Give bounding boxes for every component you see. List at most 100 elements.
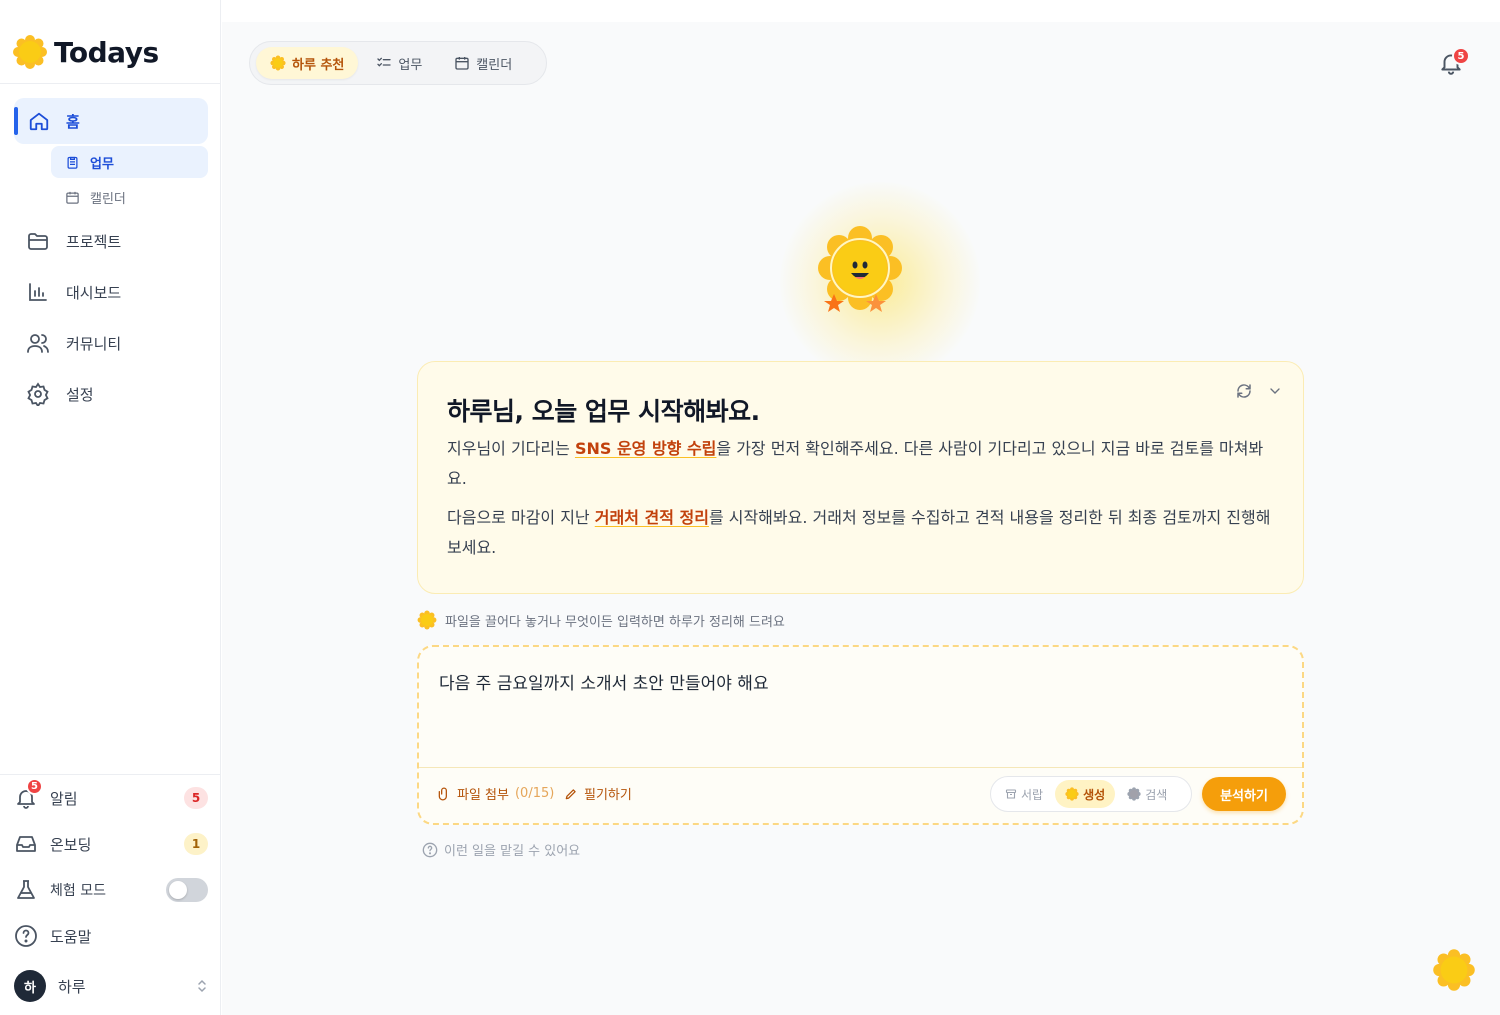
sidebar-item-label: 대시보드 bbox=[66, 283, 122, 302]
chevron-updown-icon bbox=[196, 979, 208, 993]
sidebar-item-label: 알림 bbox=[50, 789, 78, 808]
help-hint-text: 이런 일을 맡길 수 있어요 bbox=[444, 844, 581, 859]
toggle-knob bbox=[169, 881, 187, 899]
sidebar-item-trial-mode: 체험 모드 bbox=[14, 874, 208, 906]
sidebar-item-label: 설정 bbox=[66, 385, 94, 404]
notifications-count-badge: 5 bbox=[184, 787, 208, 809]
sidebar-item-label: 체험 모드 bbox=[50, 883, 106, 899]
mode-label: 생성 bbox=[1083, 787, 1106, 802]
sidebar-item-settings[interactable]: 설정 bbox=[26, 379, 94, 409]
help-circle-icon bbox=[422, 842, 438, 858]
sidebar-bottom-divider bbox=[0, 774, 221, 775]
trial-mode-toggle[interactable] bbox=[166, 878, 208, 902]
user-profile[interactable]: 하 하루 bbox=[14, 970, 208, 1002]
sidebar-item-home[interactable]: 홈 bbox=[14, 98, 208, 144]
sun-logo-icon bbox=[12, 34, 48, 70]
tab-calendar[interactable]: 캘린더 bbox=[440, 47, 526, 79]
mode-search[interactable]: 검색 bbox=[1117, 780, 1177, 808]
card-controls bbox=[1235, 382, 1283, 400]
onboarding-count-badge: 1 bbox=[184, 833, 208, 855]
sun-gray-icon bbox=[1127, 787, 1141, 801]
sidebar-item-notifications[interactable]: 5 알림 5 bbox=[14, 778, 208, 814]
brand-name: Todays bbox=[54, 35, 159, 69]
sun-assistant-icon bbox=[1432, 948, 1476, 992]
clipboard-icon bbox=[65, 155, 80, 170]
tab-label: 캘린더 bbox=[476, 57, 513, 73]
calendar-icon bbox=[454, 55, 470, 71]
help-circle-icon bbox=[14, 924, 38, 948]
composer-dropzone[interactable]: 다음 주 금요일까지 소개서 초안 만들어야 해요 파일 첨부 (0/15) 필… bbox=[417, 645, 1304, 825]
calendar-icon bbox=[65, 190, 80, 205]
mode-drawer[interactable]: 서랍 bbox=[995, 780, 1053, 808]
sidebar-item-label: 도움말 bbox=[50, 927, 92, 946]
sidebar-item-label: 온보딩 bbox=[50, 835, 92, 854]
tab-tasks[interactable]: 업무 bbox=[362, 47, 436, 79]
attach-count: (0/15) bbox=[514, 786, 555, 801]
attach-file-button[interactable]: 파일 첨부 (0/15) bbox=[437, 784, 554, 803]
composer-footer: 파일 첨부 (0/15) 필기하기 서랍 생성 검색 분석하기 bbox=[419, 767, 1302, 823]
brand-divider bbox=[0, 83, 221, 84]
archive-icon bbox=[1005, 788, 1017, 800]
mode-generate[interactable]: 생성 bbox=[1055, 780, 1116, 808]
sidebar-item-community[interactable]: 커뮤니티 bbox=[26, 328, 121, 358]
attach-label: 파일 첨부 bbox=[457, 788, 509, 803]
tab-recommend[interactable]: 하루 추천 bbox=[256, 47, 359, 79]
flask-icon bbox=[14, 878, 38, 902]
tab-label: 하루 추천 bbox=[292, 57, 345, 73]
main-content: 하루 추천 업무 캘린더 5 하루님, 오늘 업무 시작해봐요. 지우님이 기다… bbox=[222, 22, 1500, 1015]
folder-icon bbox=[26, 229, 50, 253]
pencil-icon bbox=[564, 787, 578, 801]
refresh-icon[interactable] bbox=[1235, 382, 1253, 400]
handwrite-label: 필기하기 bbox=[584, 788, 632, 803]
sun-icon bbox=[270, 55, 286, 71]
mode-selector: 서랍 생성 검색 bbox=[990, 776, 1192, 812]
header-notifications-button[interactable]: 5 bbox=[1438, 47, 1470, 80]
paragraph-text: 지우님이 기다리는 bbox=[447, 439, 575, 458]
sidebar-item-dashboard[interactable]: 대시보드 bbox=[26, 277, 121, 307]
sidebar-subitem-tasks[interactable]: 업무 bbox=[51, 146, 208, 178]
assistant-fab[interactable] bbox=[1432, 948, 1476, 992]
mode-label: 검색 bbox=[1145, 787, 1168, 802]
gear-icon bbox=[26, 382, 50, 406]
paperclip-icon bbox=[437, 787, 451, 801]
sun-icon bbox=[1065, 787, 1079, 801]
sidebar-item-label: 홈 bbox=[66, 112, 80, 131]
card-paragraph-2: 다음으로 마감이 지난 거래처 견적 정리를 시작해봐요. 거래처 정보를 수집… bbox=[447, 503, 1277, 563]
recommendation-card: 하루님, 오늘 업무 시작해봐요. 지우님이 기다리는 SNS 운영 방향 수립… bbox=[417, 361, 1304, 594]
analyze-button[interactable]: 분석하기 bbox=[1202, 777, 1286, 811]
task-link-quote[interactable]: 거래처 견적 정리 bbox=[595, 508, 709, 527]
hint-text: 파일을 끌어다 놓거나 무엇이든 입력하면 하루가 정리해 드려요 bbox=[445, 614, 785, 630]
sidebar: Todays 홈 업무 캘린더 프로젝트 대시보드 커뮤니티 설정 5 알림 5… bbox=[0, 0, 221, 1015]
mode-label: 서랍 bbox=[1021, 787, 1044, 802]
notification-dot: 5 bbox=[1452, 47, 1470, 65]
avatar: 하 bbox=[14, 970, 46, 1002]
sidebar-item-label: 커뮤니티 bbox=[66, 334, 122, 353]
home-icon bbox=[28, 110, 50, 132]
sidebar-subitem-label: 업무 bbox=[90, 156, 114, 172]
sidebar-item-help[interactable]: 도움말 bbox=[14, 920, 208, 952]
sun-icon bbox=[417, 610, 437, 630]
sidebar-item-projects[interactable]: 프로젝트 bbox=[26, 226, 121, 256]
card-paragraph-1: 지우님이 기다리는 SNS 운영 방향 수립을 가장 먼저 확인해주세요. 다른… bbox=[447, 434, 1277, 494]
sidebar-item-onboarding[interactable]: 온보딩 1 bbox=[14, 828, 208, 860]
sidebar-subitem-calendar[interactable]: 캘린더 bbox=[51, 181, 208, 213]
checklist-icon bbox=[376, 55, 392, 71]
users-icon bbox=[26, 331, 50, 355]
sidebar-item-label: 프로젝트 bbox=[66, 232, 122, 251]
inbox-icon bbox=[14, 832, 38, 856]
composer-hint: 파일을 끌어다 놓거나 무엇이든 입력하면 하루가 정리해 드려요 bbox=[417, 610, 785, 630]
notification-dot: 5 bbox=[26, 778, 43, 795]
paragraph-text: 다음으로 마감이 지난 bbox=[447, 508, 595, 527]
bell-icon: 5 bbox=[14, 778, 43, 810]
capabilities-link[interactable]: 이런 일을 맡길 수 있어요 bbox=[422, 840, 580, 859]
chevron-down-icon[interactable] bbox=[1267, 383, 1283, 399]
sun-mascot-icon bbox=[812, 222, 922, 322]
handwrite-button[interactable]: 필기하기 bbox=[564, 784, 632, 803]
tab-label: 업무 bbox=[398, 57, 423, 73]
composer-input[interactable]: 다음 주 금요일까지 소개서 초안 만들어야 해요 bbox=[439, 669, 769, 694]
view-tabs: 하루 추천 업무 캘린더 bbox=[249, 41, 547, 85]
sidebar-subitem-label: 캘린더 bbox=[90, 191, 126, 207]
card-title: 하루님, 오늘 업무 시작해봐요. bbox=[447, 397, 760, 426]
task-link-sns[interactable]: SNS 운영 방향 수립 bbox=[575, 439, 716, 458]
brand-logo[interactable]: Todays bbox=[12, 34, 159, 70]
